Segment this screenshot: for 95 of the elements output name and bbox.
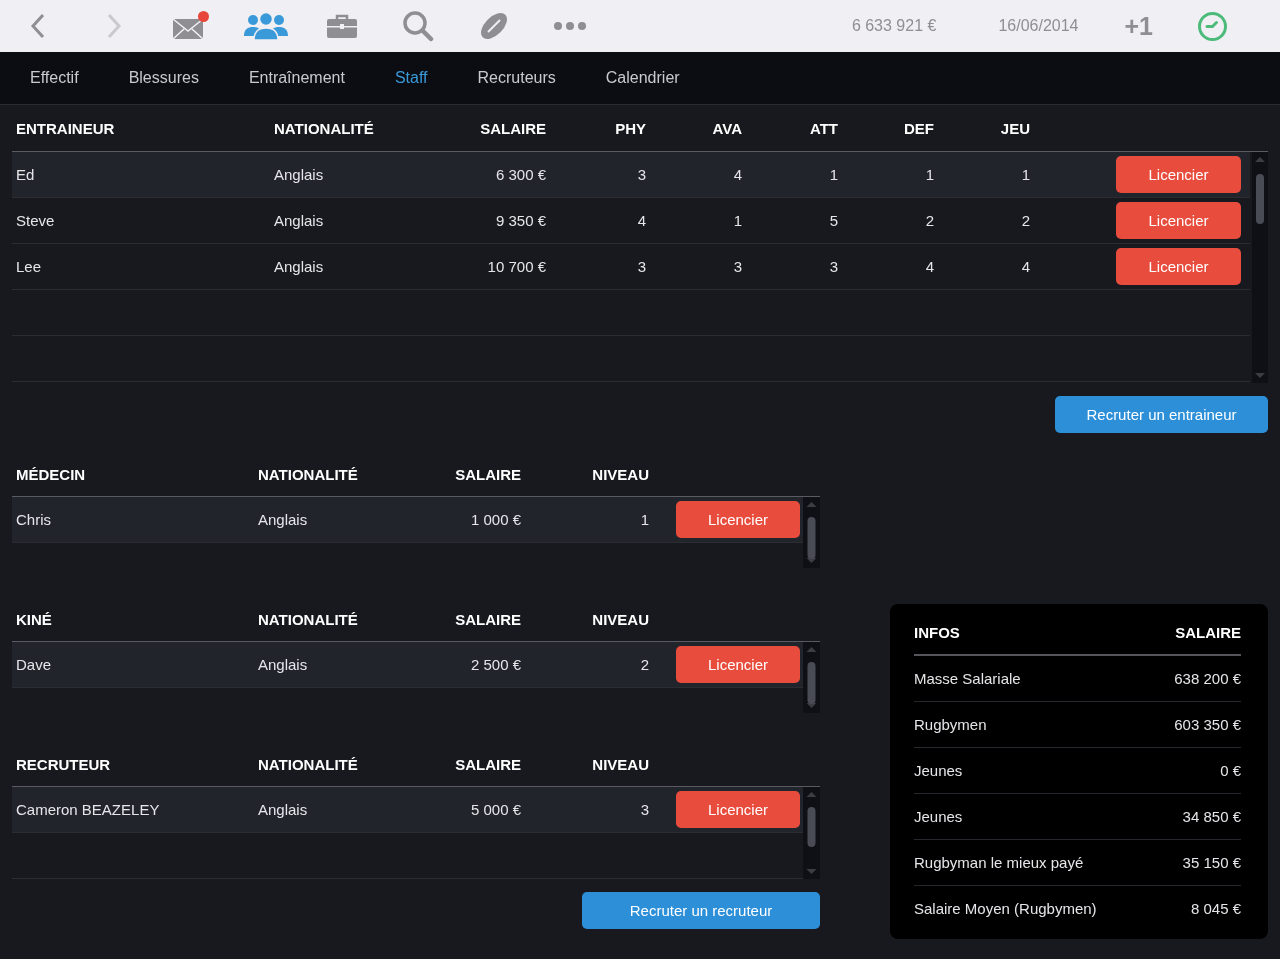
info-value: 603 350 €: [1174, 716, 1241, 733]
info-value: 638 200 €: [1174, 670, 1241, 687]
info-value: 34 850 €: [1182, 808, 1241, 825]
table-cell-text: 2 500 €: [469, 656, 521, 673]
table-cell-text: Steve: [15, 212, 56, 229]
table-cell-text: 1: [1020, 166, 1030, 183]
table-cell-text: Anglais: [273, 166, 325, 183]
column-header: SALAIRE: [454, 610, 521, 628]
column-header: NATIONALITÉ: [257, 465, 359, 483]
table-cell-text: 3: [636, 166, 646, 183]
scrollbar[interactable]: [803, 642, 820, 713]
info-label: Jeunes: [914, 808, 963, 825]
column-header: ENTRAINEUR: [15, 119, 116, 137]
column-header: NIVEAU: [591, 465, 649, 483]
info-value: 35 150 €: [1182, 854, 1241, 871]
column-header: AVA: [711, 119, 742, 137]
table-cell-text: 4: [636, 212, 646, 229]
tab[interactable]: Staff: [394, 69, 428, 87]
table-cell-text: 1: [639, 511, 649, 528]
table-row[interactable]: Dave Anglais 2 500 € 2 Licencier: [12, 642, 803, 688]
table-cell-text: 4: [1020, 258, 1030, 275]
tab[interactable]: Calendrier: [605, 69, 680, 87]
column-header: MÉDECIN: [15, 465, 87, 483]
table-row[interactable]: Lee Anglais 10 700 € 3 3 3 4 4 Licencier: [12, 244, 1250, 290]
table-cell-text: 6 300 €: [494, 166, 546, 183]
column-header: SALAIRE: [1175, 623, 1241, 641]
column-header: DEF: [903, 119, 934, 137]
table-cell-text: Anglais: [257, 656, 309, 673]
info-value: 8 045 €: [1190, 900, 1241, 917]
info-label: Rugbyman le mieux payé: [914, 854, 1084, 871]
table-cell-text: Chris: [15, 511, 52, 528]
table-cell-text: Cameron BEAZELEY: [15, 801, 161, 818]
table-cell-text: Dave: [15, 656, 53, 673]
column-header: PHY: [614, 119, 646, 137]
column-header: NIVEAU: [591, 610, 649, 628]
table-cell-text: 1: [732, 212, 742, 229]
column-header: INFOS: [914, 623, 960, 641]
table-row[interactable]: Cameron BEAZELEY Anglais 5 000 € 3 Licencier: [12, 787, 803, 833]
table-cell-text: 2: [924, 212, 934, 229]
table-cell-text: 10 700 €: [486, 258, 546, 275]
column-header: NATIONALITÉ: [273, 119, 375, 137]
table-cell-text: Lee: [15, 258, 43, 275]
table-cell-text: Anglais: [257, 511, 309, 528]
column-header: JEU: [999, 119, 1030, 137]
column-header: KINÉ: [15, 610, 53, 628]
table-cell-text: 1: [828, 166, 838, 183]
column-header: SALAIRE: [454, 755, 521, 773]
table-row[interactable]: Ed Anglais 6 300 € 3 4 1 1 1 Licencier: [12, 152, 1250, 198]
table-cell-text: 9 350 €: [494, 212, 546, 229]
scrollbar[interactable]: [1252, 152, 1268, 383]
info-value: 0 €: [1220, 762, 1241, 779]
table-cell-text: Anglais: [273, 258, 325, 275]
column-header: NATIONALITÉ: [257, 610, 359, 628]
balance-amount: 6 633 921 €: [851, 17, 937, 35]
table-cell-text: 3: [732, 258, 742, 275]
table-cell-text: 1: [924, 166, 934, 183]
scrollbar[interactable]: [803, 787, 820, 879]
tab[interactable]: Recruteurs: [477, 69, 556, 87]
fire-button[interactable]: Licencier: [1116, 156, 1241, 193]
table-cell-text: 3: [828, 258, 838, 275]
scrollbar[interactable]: [803, 497, 820, 568]
table-cell-text: Anglais: [257, 801, 309, 818]
table-cell-text: Ed: [15, 166, 36, 183]
info-label: Rugbymen: [914, 716, 987, 733]
table-cell-text: 4: [924, 258, 934, 275]
info-label: Masse Salariale: [914, 670, 1021, 687]
table-cell-text: 1 000 €: [469, 511, 521, 528]
info-label: Jeunes: [914, 762, 963, 779]
fire-button[interactable]: Licencier: [1116, 248, 1241, 285]
table-row[interactable]: Chris Anglais 1 000 € 1 Licencier: [12, 497, 803, 543]
tab[interactable]: Entraînement: [248, 69, 345, 87]
tab[interactable]: Blessures: [128, 69, 199, 87]
column-header: NATIONALITÉ: [257, 755, 359, 773]
column-header: SALAIRE: [454, 465, 521, 483]
table-cell-text: Anglais: [273, 212, 325, 229]
table-cell-text: 2: [639, 656, 649, 673]
column-header: ATT: [808, 119, 838, 137]
table-cell-text: 5 000 €: [469, 801, 521, 818]
table-cell-text: 4: [732, 166, 742, 183]
fire-button[interactable]: Licencier: [676, 646, 800, 683]
table-cell-text: 5: [828, 212, 838, 229]
column-header: NIVEAU: [591, 755, 649, 773]
table-row[interactable]: Steve Anglais 9 350 € 4 1 5 2 2 Licencier: [12, 198, 1250, 244]
fire-button[interactable]: Licencier: [676, 501, 800, 538]
tab[interactable]: Effectif: [30, 69, 79, 87]
table-cell-text: 3: [639, 801, 649, 818]
fire-button[interactable]: Licencier: [1116, 202, 1241, 239]
column-header: RECRUTEUR: [15, 755, 112, 773]
column-header: SALAIRE: [479, 119, 546, 137]
table-cell-text: 3: [636, 258, 646, 275]
clock-icon[interactable]: [1197, 10, 1228, 42]
fire-button[interactable]: Licencier: [676, 791, 800, 828]
game-date: 16/06/2014: [998, 17, 1079, 35]
info-label: Salaire Moyen (Rugbymen): [914, 900, 1097, 917]
table-cell-text: 2: [1020, 212, 1030, 229]
